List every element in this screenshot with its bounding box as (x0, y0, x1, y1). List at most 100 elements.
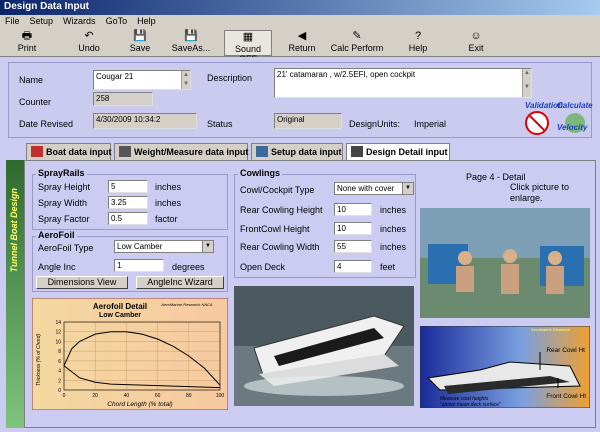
spray-width-unit: inches (155, 198, 182, 208)
x-tick-label: 80 (186, 393, 192, 399)
rear-cowl-height-field[interactable]: 10 (334, 203, 372, 216)
chart-ylabel: Thickness (% of Chord) (36, 334, 42, 387)
undo-icon: ↶ (84, 30, 94, 42)
chevron-down-icon: ▼ (202, 241, 213, 252)
rear-cowl-height-unit: inches (380, 205, 407, 215)
open-deck-field[interactable]: 4 (334, 260, 372, 273)
spray-factor-field[interactable]: 0.5 (108, 212, 148, 225)
scroll-down-icon[interactable]: ▼ (522, 83, 531, 97)
angle-inc-unit: degrees (172, 262, 205, 272)
spray-factor-unit: factor (155, 214, 178, 224)
help-button[interactable]: ? Help (396, 30, 440, 56)
calculate-text: Calculate (557, 101, 593, 110)
scale-icon (119, 146, 131, 157)
menu-item-setup[interactable]: Setup (25, 15, 59, 27)
toolbar-label: Help (408, 43, 428, 53)
counter-label: Counter (19, 97, 52, 107)
name-label: Name (19, 75, 44, 85)
return-button[interactable]: ◀ Return (282, 30, 322, 56)
tab-design-detail[interactable]: Design Detail input (346, 143, 450, 160)
chart-xlabel: Chord Length (% total) (107, 401, 172, 408)
aerofoil-chart[interactable]: 024681012140 20 40 60 80 100 Aerofoil Detail … (32, 298, 228, 410)
status-field: Original (274, 113, 342, 129)
spray-height-label: Spray Height (38, 182, 91, 192)
front-cowl-label: Front Cowl Ht (546, 393, 586, 400)
spray-width-field[interactable]: 3.25 (108, 196, 148, 209)
toolbar-label: Calc Perform (330, 43, 384, 53)
toolbar-label: Exit (468, 43, 484, 53)
x-tick-label: 0 (63, 393, 66, 399)
help-icon: ? (414, 30, 422, 42)
sidebar-banner: Tunnel Boat Design (6, 160, 24, 428)
print-button[interactable]: 🖶 Print (2, 30, 52, 56)
angle-inc-label: Angle Inc (38, 262, 76, 272)
toolbar-label: Save (129, 43, 151, 53)
name-value: Cougar 21 (96, 72, 134, 81)
units-value: Imperial (414, 119, 447, 129)
counter-field: 258 (93, 92, 153, 106)
front-cowl-height-field[interactable]: 10 (334, 222, 372, 235)
y-tick-label: 0 (58, 388, 61, 394)
tab-boat-data[interactable]: Boat data input (26, 143, 112, 160)
name-field[interactable]: Cougar 21 ▲ ▼ (93, 70, 191, 90)
y-tick-label: 2 (58, 378, 61, 384)
cowl-type-select[interactable]: None with cover ▼ (334, 182, 414, 195)
save-button[interactable]: 💾 Save (118, 30, 162, 56)
window-title: Design Data Input (0, 0, 600, 15)
toolbar-label: Undo (78, 43, 100, 53)
x-tick-label: 20 (92, 393, 98, 399)
scroll-down-icon[interactable]: ▼ (181, 80, 190, 89)
aerofoil-title: AeroFoil (36, 230, 77, 240)
design-icon (351, 146, 363, 157)
angleinc-wizard-button[interactable]: AngleInc Wizard (136, 276, 224, 289)
rear-cowl-height-label: Rear Cowling Height (240, 205, 323, 215)
rear-cowl-label: Rear Cowl Ht (546, 347, 585, 354)
boat-icon (31, 146, 43, 157)
return-icon: ◀ (297, 30, 307, 42)
menu-item-goto[interactable]: GoTo (101, 15, 133, 27)
spray-height-unit: inches (155, 182, 182, 192)
tab-setup-data[interactable]: Setup data input (251, 143, 343, 160)
scroll-up-icon[interactable]: ▲ (522, 69, 531, 83)
angle-inc-field[interactable]: 1 (114, 259, 164, 272)
y-tick-label: 10 (55, 339, 61, 345)
scroll-up-icon[interactable]: ▲ (181, 71, 190, 80)
exit-button[interactable]: ☺ Exit (456, 30, 496, 56)
chevron-down-icon: ▼ (402, 183, 413, 194)
x-tick-label: 100 (216, 393, 225, 399)
header-panel: Name Cougar 21 ▲ ▼ Description 21' catam… (8, 62, 593, 138)
dimensions-view-button[interactable]: Dimensions View (36, 276, 128, 289)
menu-item-file[interactable]: File (0, 15, 25, 27)
tab-weight-measure[interactable]: Weight/Measure data input (114, 143, 248, 160)
aerofoil-type-select[interactable]: Low Camber ▼ (114, 240, 214, 253)
rear-cowl-width-unit: inches (380, 242, 407, 252)
save-icon: 💾 (133, 30, 147, 42)
rear-cowl-width-field[interactable]: 55 (334, 240, 372, 253)
cowl-type-label: Cowl/Cockpit Type (240, 185, 315, 195)
sound-off-icon: ▦ (242, 31, 254, 43)
saveas-button[interactable]: 💾 SaveAs... (164, 30, 218, 56)
sound-off-button[interactable]: ▦Sound OFF (224, 30, 272, 64)
spray-height-field[interactable]: 5 (108, 180, 148, 193)
chart-subtitle: Low Camber (99, 312, 141, 319)
rear-cowl-width-label: Rear Cowling Width (240, 242, 320, 252)
spray-factor-label: Spray Factor (38, 214, 90, 224)
chart-title: Aerofoil Detail (93, 302, 147, 311)
units-label: DesignUnits: (349, 119, 401, 129)
cowl-diagram[interactable]: AeroMarine Research Rear Cowl Ht Front C… (420, 326, 590, 408)
y-tick-label: 12 (55, 330, 61, 336)
menu-item-help[interactable]: Help (132, 15, 161, 27)
y-tick-label: 4 (58, 369, 61, 375)
sprayrails-title: SprayRails (36, 168, 87, 178)
calc-perform-icon: ✎ (352, 30, 362, 42)
boat-photo[interactable] (234, 286, 414, 406)
aerofoil-type-label: AeroFoil Type (38, 243, 94, 253)
validation-badge[interactable]: Validation Calculate Velocity (523, 99, 593, 137)
print-icon: 🖶 (21, 30, 33, 42)
undo-button[interactable]: ↶ Undo (64, 30, 114, 56)
calc-perform-button[interactable]: ✎ Calc Perform (328, 30, 386, 56)
menu-item-wizards[interactable]: Wizards (58, 15, 101, 27)
people-photo[interactable] (420, 208, 590, 318)
description-field[interactable]: 21' catamaran , w/2.5EFI, open cockpit ▲… (274, 68, 532, 98)
x-tick-label: 40 (124, 393, 130, 399)
